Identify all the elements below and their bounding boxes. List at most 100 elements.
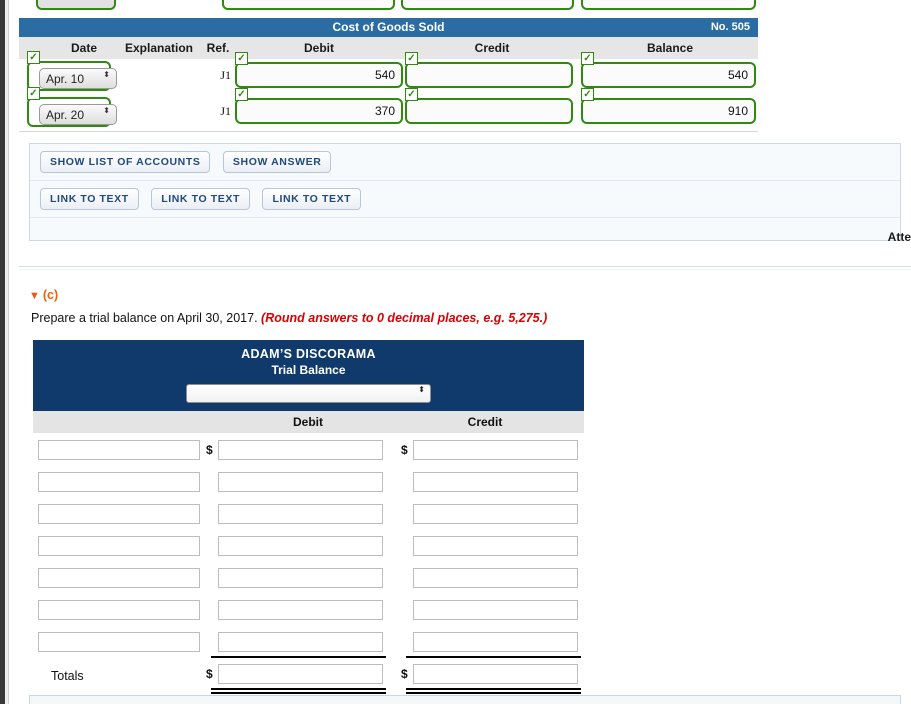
account-name-input[interactable]	[38, 632, 200, 652]
table-row	[33, 536, 584, 568]
total-rule-debit-top	[211, 688, 386, 690]
action-panel-row-links: LINK TO TEXT LINK TO TEXT LINK TO TEXT	[30, 181, 900, 218]
total-rule-credit-bottom	[406, 692, 581, 694]
debit-amount-input[interactable]	[218, 632, 383, 652]
window-left-gutter	[5, 0, 9, 704]
ledger-balance-field[interactable]: ✓ 540	[581, 52, 756, 88]
account-name-input[interactable]	[38, 472, 200, 492]
dollar-sign-credit: $	[401, 443, 408, 457]
check-icon: ✓	[27, 51, 40, 64]
attempts-label: Atte	[887, 230, 911, 244]
ledger-balance-value: 910	[727, 104, 748, 118]
credit-amount-input[interactable]	[413, 632, 578, 652]
check-icon: ✓	[27, 87, 40, 100]
app-page: Cost of Goods Sold No. 505 Date Explanat…	[0, 0, 911, 704]
table-row	[33, 568, 584, 600]
table-row	[33, 600, 584, 632]
totals-row: Totals $ $	[33, 664, 584, 698]
company-name: ADAM’S DISCORAMA	[241, 347, 376, 361]
account-name-input[interactable]	[38, 440, 200, 460]
show-answer-button[interactable]: SHOW ANSWER	[222, 151, 332, 173]
ledger-cost-of-goods-sold: Cost of Goods Sold No. 505 Date Explanat…	[19, 0, 758, 131]
trial-balance-date-select[interactable]: ⬍	[186, 384, 431, 403]
ledger-header-balance: Balance	[646, 41, 694, 55]
check-icon: ✓	[235, 52, 248, 65]
debit-amount-input[interactable]	[218, 600, 383, 620]
action-panel-spacer	[30, 218, 900, 240]
collapse-triangle-icon[interactable]: ▼	[29, 290, 40, 302]
ledger-debit-field[interactable]: ✓ 370	[235, 88, 403, 124]
total-rule-debit-bottom	[211, 692, 386, 694]
dollar-sign-total-debit: $	[206, 667, 213, 681]
credit-amount-input[interactable]	[413, 504, 578, 524]
statement-name: Trial Balance	[271, 363, 346, 377]
previous-row-date-stub	[36, 0, 116, 10]
ledger-debit-value: 540	[374, 68, 395, 82]
credit-amount-input[interactable]	[413, 472, 578, 492]
credit-amount-input[interactable]	[413, 568, 578, 588]
dollar-sign-debit: $	[206, 443, 213, 457]
check-icon: ✓	[235, 88, 248, 101]
debit-amount-input[interactable]	[218, 504, 383, 524]
action-panel-row-answers: SHOW LIST OF ACCOUNTS SHOW ANSWER	[30, 144, 900, 181]
ledger-debit-value: 370	[374, 104, 395, 118]
section-divider-shadow	[19, 269, 911, 270]
check-icon: ✓	[581, 52, 594, 65]
ledger-credit-field[interactable]: ✓	[405, 52, 573, 88]
link-to-text-button-3[interactable]: LINK TO TEXT	[262, 188, 362, 210]
part-c-marker: (c)	[42, 288, 59, 302]
ledger-header-date: Date	[70, 41, 97, 55]
trial-balance-table: ADAM’S DISCORAMA Trial Balance ⬍ Debit C…	[33, 340, 584, 698]
link-to-text-button-1[interactable]: LINK TO TEXT	[40, 188, 139, 210]
link-to-text-button-2[interactable]: LINK TO TEXT	[151, 188, 250, 210]
ledger-credit-field[interactable]: ✓	[405, 88, 573, 124]
debit-amount-input[interactable]	[218, 440, 383, 460]
subtotal-rule-debit	[211, 656, 386, 658]
table-row	[33, 632, 584, 664]
ledger-date-value: Apr. 10	[46, 72, 85, 86]
total-debit-input[interactable]	[218, 664, 383, 684]
ledger-date-field-wrapper[interactable]: ✓ Apr. 20 ⬍	[27, 87, 117, 127]
ledger-debit-field[interactable]: ✓ 540	[235, 52, 403, 88]
account-name-input[interactable]	[38, 536, 200, 556]
ledger-date-select[interactable]: Apr. 10 ⬍	[39, 68, 117, 89]
ledger-account-number: No. 505	[710, 21, 750, 33]
table-row: $ $	[33, 440, 584, 472]
ledger-balance-field[interactable]: ✓ 910	[581, 88, 756, 124]
ledger-account-name: Cost of Goods Sold	[332, 20, 445, 34]
ledger-balance-value: 540	[727, 68, 748, 82]
dollar-sign-total-credit: $	[401, 667, 408, 681]
account-name-input[interactable]	[38, 568, 200, 588]
check-icon: ✓	[405, 88, 418, 101]
spinner-icon: ⬍	[103, 70, 110, 79]
credit-amount-input[interactable]	[413, 536, 578, 556]
total-credit-input[interactable]	[413, 664, 578, 684]
instruction-text: Prepare a trial balance on April 30, 201…	[31, 311, 258, 325]
footer-panel	[29, 696, 901, 704]
ledger-bottom-divider	[19, 131, 758, 132]
part-c-header[interactable]: ▼ (c)	[29, 288, 58, 302]
check-icon: ✓	[405, 52, 418, 65]
show-list-of-accounts-button[interactable]: SHOW LIST OF ACCOUNTS	[40, 151, 211, 173]
account-name-input[interactable]	[38, 600, 200, 620]
account-name-input[interactable]	[38, 504, 200, 524]
page-content: Cost of Goods Sold No. 505 Date Explanat…	[10, 0, 911, 704]
ledger-date-value: Apr. 20	[46, 108, 85, 122]
part-c-instruction: Prepare a trial balance on April 30, 201…	[31, 311, 547, 325]
credit-amount-input[interactable]	[413, 600, 578, 620]
debit-amount-input[interactable]	[218, 536, 383, 556]
previous-row-debit-stub	[222, 0, 395, 10]
ledger-column-headers: Date Explanation Ref. Debit Credit Balan…	[19, 37, 758, 59]
trial-balance-header: ADAM’S DISCORAMA Trial Balance ⬍	[33, 340, 584, 411]
check-icon: ✓	[581, 88, 594, 101]
trial-balance-column-headers: Debit Credit	[33, 411, 584, 433]
credit-amount-input[interactable]	[413, 440, 578, 460]
ledger-date-select[interactable]: Apr. 20 ⬍	[39, 104, 117, 125]
ledger-ref-value: J1	[220, 104, 231, 118]
trial-balance-header-debit: Debit	[293, 415, 323, 429]
spinner-icon: ⬍	[103, 106, 110, 115]
ledger-header-credit: Credit	[474, 41, 510, 55]
debit-amount-input[interactable]	[218, 568, 383, 588]
previous-ledger-row-stubs	[19, 0, 758, 18]
debit-amount-input[interactable]	[218, 472, 383, 492]
